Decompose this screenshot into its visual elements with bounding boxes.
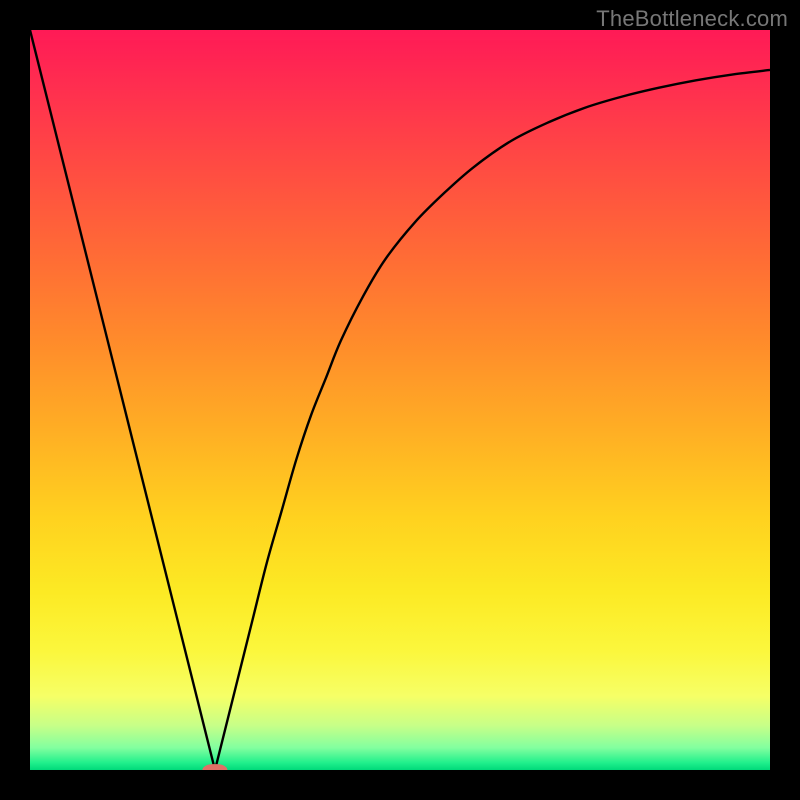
curve-path [30, 30, 770, 770]
plot-area [30, 30, 770, 770]
chart-frame: TheBottleneck.com [0, 0, 800, 800]
watermark-label: TheBottleneck.com [596, 6, 788, 32]
minimum-marker [202, 764, 227, 770]
bottleneck-curve [30, 30, 770, 770]
